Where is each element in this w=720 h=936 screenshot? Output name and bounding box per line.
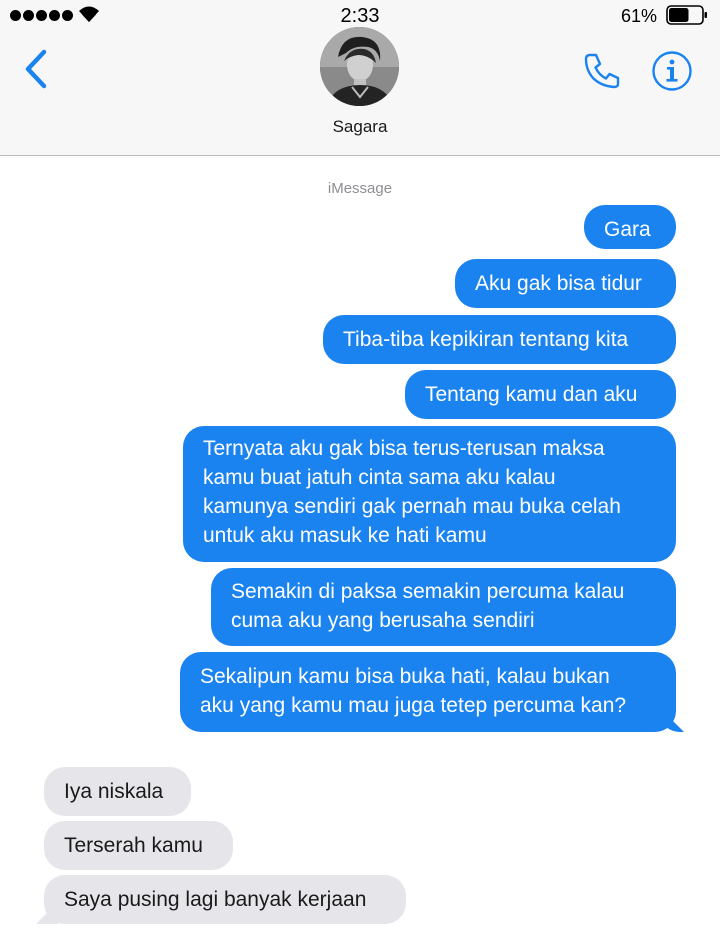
sent-message-bubble[interactable]: Tentang kamu dan aku — [405, 370, 676, 419]
chevron-left-icon — [25, 49, 47, 89]
phone-icon — [584, 53, 620, 89]
info-button[interactable] — [651, 50, 693, 92]
sent-message-bubble[interactable]: Ternyata aku gak bisa terus-terusan maks… — [183, 426, 676, 562]
battery-percentage: 61% — [621, 6, 658, 26]
status-time: 2:33 — [340, 5, 380, 27]
status-bar: 2:33 61% — [0, 0, 720, 30]
sent-message-bubble[interactable]: Tiba-tiba kepikiran tentang kita — [323, 315, 676, 364]
avatar-photo — [320, 27, 399, 106]
received-message-bubble[interactable]: Saya pusing lagi banyak kerjaan — [44, 875, 406, 924]
service-label: iMessage — [327, 180, 393, 197]
call-button[interactable] — [581, 50, 623, 92]
sent-message-bubble[interactable]: Semakin di paksa semakin percuma kalau c… — [211, 568, 676, 646]
info-icon — [652, 51, 692, 91]
received-message-bubble[interactable]: Terserah kamu — [44, 821, 233, 870]
contact-avatar[interactable] — [320, 27, 399, 106]
sent-message-bubble[interactable]: Sekalipun kamu bisa buka hati, kalau buk… — [180, 652, 676, 732]
sent-message-bubble[interactable]: Gara — [584, 205, 676, 249]
sent-message-bubble[interactable]: Aku gak bisa tidur — [455, 259, 676, 308]
contact-name[interactable]: Sagara — [0, 117, 720, 137]
battery-icon — [666, 5, 707, 25]
received-message-bubble[interactable]: Iya niskala — [44, 767, 191, 816]
back-button[interactable] — [20, 48, 52, 90]
battery-fill — [669, 8, 689, 22]
